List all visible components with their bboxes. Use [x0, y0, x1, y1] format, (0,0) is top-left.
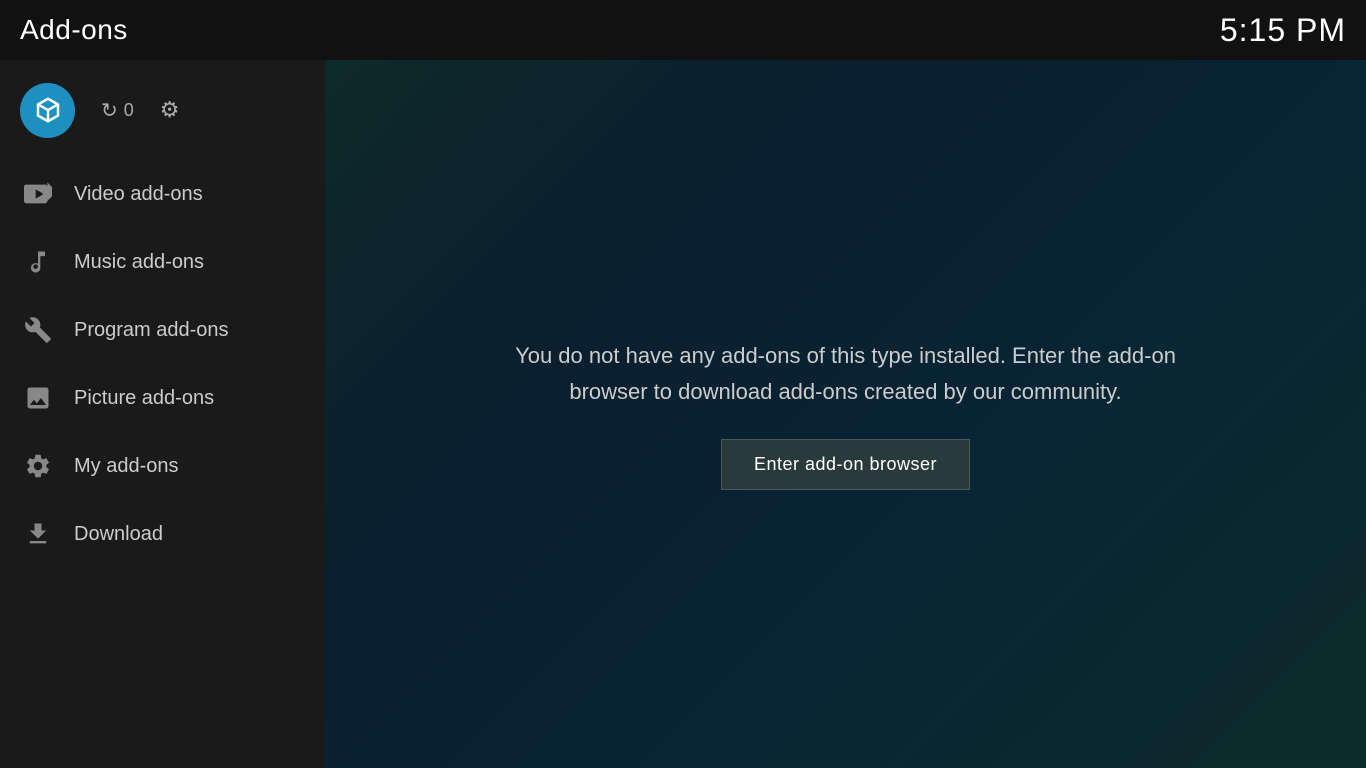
program-icon [20, 312, 56, 348]
my-addons-icon [20, 448, 56, 484]
sidebar-item-program-addons[interactable]: Program add-ons [0, 296, 325, 364]
refresh-icon[interactable]: ↻ [101, 98, 118, 123]
download-icon [20, 516, 56, 552]
sidebar: ↻ 0 ⚙ Video add-ons [0, 60, 325, 768]
settings-icon[interactable]: ⚙ [160, 97, 180, 123]
main-layout: ↻ 0 ⚙ Video add-ons [0, 60, 1366, 768]
sidebar-topbar: ↻ 0 ⚙ [0, 60, 325, 150]
music-addons-label: Music add-ons [74, 251, 204, 274]
picture-icon [20, 380, 56, 416]
music-icon [20, 244, 56, 280]
sidebar-item-video-addons[interactable]: Video add-ons [0, 160, 325, 228]
content-area: You do not have any add-ons of this type… [325, 60, 1366, 768]
sidebar-item-my-addons[interactable]: My add-ons [0, 432, 325, 500]
content-message: You do not have any add-ons of this type… [496, 338, 1196, 489]
sidebar-item-download[interactable]: Download [0, 500, 325, 568]
sidebar-item-picture-addons[interactable]: Picture add-ons [0, 364, 325, 432]
clock: 5:15 PM [1220, 12, 1346, 49]
page-title: Add-ons [20, 14, 128, 46]
program-addons-label: Program add-ons [74, 319, 229, 342]
sidebar-item-music-addons[interactable]: Music add-ons [0, 228, 325, 296]
refresh-count: 0 [124, 100, 134, 121]
enter-addon-browser-button[interactable]: Enter add-on browser [721, 439, 970, 490]
download-label: Download [74, 523, 163, 546]
nav-items: Video add-ons Music add-ons Progra [0, 150, 325, 568]
video-icon [20, 176, 56, 212]
no-addons-message: You do not have any add-ons of this type… [496, 338, 1196, 408]
header: Add-ons 5:15 PM [0, 0, 1366, 60]
refresh-group: ↻ 0 [101, 98, 134, 123]
video-addons-label: Video add-ons [74, 183, 203, 206]
my-addons-label: My add-ons [74, 455, 179, 478]
addon-package-button[interactable] [20, 83, 75, 138]
picture-addons-label: Picture add-ons [74, 387, 214, 410]
